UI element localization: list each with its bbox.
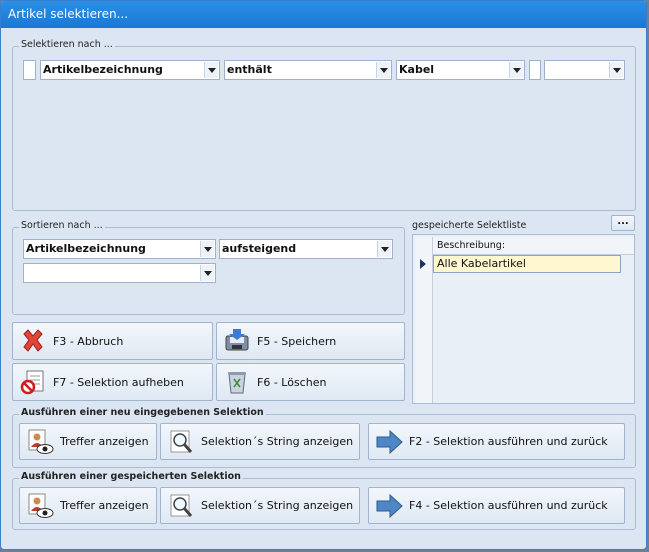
magnifier-icon <box>167 492 195 520</box>
chevron-down-icon[interactable] <box>200 265 214 281</box>
new-show-string-button[interactable]: Selektion´s String anzeigen <box>160 423 360 460</box>
new-show-hits-label: Treffer anzeigen <box>60 435 149 448</box>
person-eye-icon <box>26 492 54 520</box>
saved-execute-button[interactable]: F4 - Selektion ausführen und zurück <box>368 487 625 524</box>
chevron-down-icon[interactable] <box>376 62 390 78</box>
close-icon <box>19 327 47 355</box>
select-articles-dialog: Artikel selektieren... Selektieren nach … <box>0 0 647 550</box>
window-title: Artikel selektieren... <box>1 1 646 28</box>
sort-direction-combo[interactable]: aufsteigend <box>219 239 393 259</box>
sort-field-combo[interactable]: Artikelbezeichnung <box>23 239 216 259</box>
cancel-button[interactable]: F3 - Abbruch <box>12 322 213 360</box>
chevron-down-icon[interactable] <box>200 241 214 257</box>
grid-column-header[interactable]: Beschreibung: <box>433 237 634 255</box>
saved-selection-row[interactable]: Alle Kabelartikel <box>433 255 621 273</box>
new-execute-button[interactable]: F2 - Selektion ausführen und zurück <box>368 423 625 460</box>
select-value-value: Kabel <box>399 63 435 76</box>
saved-list-more-button[interactable]: ... <box>611 215 635 231</box>
trash-icon <box>223 368 251 396</box>
saved-show-hits-button[interactable]: Treffer anzeigen <box>19 487 157 524</box>
saved-selection-title: Ausführen einer gespeicherten Selektion <box>19 471 243 482</box>
row-pointer-icon <box>420 259 426 269</box>
save-disk-icon <box>223 327 251 355</box>
clear-selection-button[interactable]: F7 - Selektion aufheben <box>12 363 213 401</box>
arrow-right-icon <box>375 428 403 456</box>
saved-show-hits-label: Treffer anzeigen <box>60 499 149 512</box>
new-show-string-label: Selektion´s String anzeigen <box>201 435 354 448</box>
chevron-down-icon[interactable] <box>509 62 523 78</box>
new-execute-label: F2 - Selektion ausführen und zurück <box>409 435 608 448</box>
delete-label: F6 - Löschen <box>257 375 327 389</box>
clear-selection-icon <box>19 368 47 396</box>
sort-group-title: Sortieren nach ... <box>19 220 105 231</box>
new-selection-title: Ausführen einer neu eingegebenen Selekti… <box>19 407 266 418</box>
select-operator-combo[interactable]: enthält <box>224 60 392 80</box>
saved-execute-label: F4 - Selektion ausführen und zurück <box>409 499 608 512</box>
sort-field-value: Artikelbezeichnung <box>26 242 146 255</box>
select-field-value: Artikelbezeichnung <box>43 63 163 76</box>
saved-selection-grid[interactable]: Beschreibung: Alle Kabelartikel <box>412 234 635 404</box>
select-field-combo[interactable]: Artikelbezeichnung <box>40 60 220 80</box>
saved-show-string-button[interactable]: Selektion´s String anzeigen <box>160 487 360 524</box>
select-bracket-open-field[interactable] <box>23 60 36 80</box>
save-button[interactable]: F5 - Speichern <box>216 322 405 360</box>
clear-selection-label: F7 - Selektion aufheben <box>53 375 184 389</box>
chevron-down-icon[interactable] <box>377 241 391 257</box>
select-connector-combo[interactable] <box>544 60 625 80</box>
save-label: F5 - Speichern <box>257 334 337 348</box>
select-operator-value: enthält <box>227 63 272 76</box>
sort-field2-combo[interactable] <box>23 263 216 283</box>
magnifier-icon <box>167 428 195 456</box>
select-criteria-title: Selektieren nach ... <box>19 39 115 50</box>
saved-list-label: gespeicherte Selektliste <box>412 220 527 231</box>
new-show-hits-button[interactable]: Treffer anzeigen <box>19 423 157 460</box>
person-eye-icon <box>26 428 54 456</box>
select-bracket-close-field[interactable] <box>529 60 541 80</box>
select-value-combo[interactable]: Kabel <box>396 60 525 80</box>
cancel-label: F3 - Abbruch <box>53 334 124 348</box>
arrow-right-icon <box>375 492 403 520</box>
saved-show-string-label: Selektion´s String anzeigen <box>201 499 354 512</box>
chevron-down-icon[interactable] <box>204 62 218 78</box>
sort-direction-value: aufsteigend <box>222 242 297 255</box>
delete-button[interactable]: F6 - Löschen <box>216 363 405 401</box>
chevron-down-icon[interactable] <box>609 62 623 78</box>
